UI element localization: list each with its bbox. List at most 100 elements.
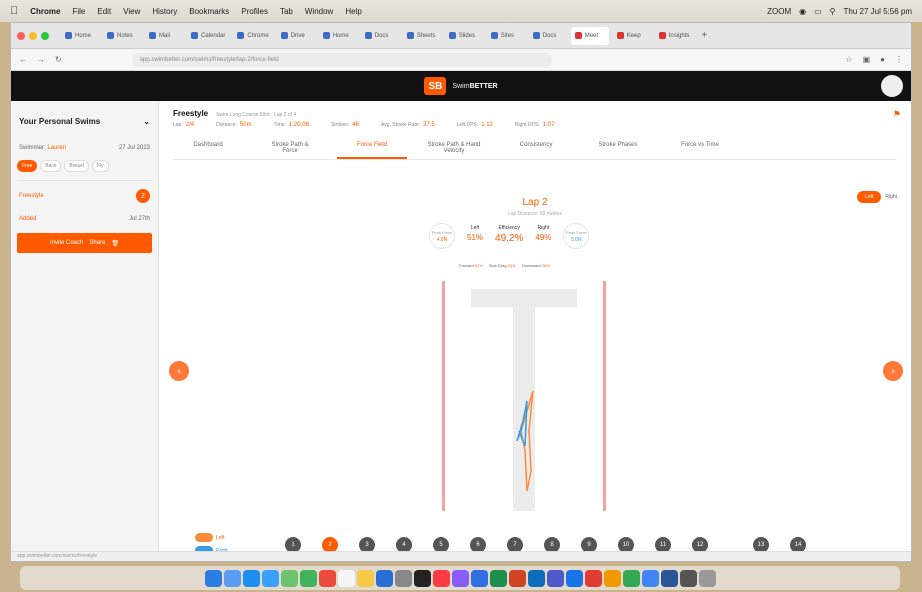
apple-icon[interactable]:  [10, 5, 18, 17]
powerpoint-icon[interactable] [508, 569, 526, 587]
trash-icon[interactable]: 🗑 [111, 240, 119, 247]
teams-icon[interactable] [546, 569, 564, 587]
menu-tab[interactable]: Tab [280, 7, 293, 16]
prev-lap-button[interactable]: ‹ [169, 361, 189, 381]
acrobat-icon[interactable] [584, 569, 602, 587]
profile-icon[interactable]: ● [880, 55, 885, 64]
reload-icon[interactable]: ↻ [55, 55, 62, 64]
finder-icon[interactable] [204, 569, 222, 587]
photos-icon[interactable] [318, 569, 336, 587]
filter-fly[interactable]: Fly [91, 160, 109, 172]
menu-history[interactable]: History [152, 7, 177, 16]
music-icon[interactable] [432, 569, 450, 587]
swim-list-item[interactable]: Freestyle 2 [17, 180, 152, 211]
zoom-window-button[interactable] [41, 31, 49, 40]
menu-help[interactable]: Help [345, 7, 361, 16]
legend-left[interactable]: Left [195, 533, 228, 542]
apple-tv-icon[interactable] [413, 569, 431, 587]
next-lap-button[interactable]: › [883, 361, 903, 381]
menu-file[interactable]: File [72, 7, 85, 16]
tab-label: Notes [117, 32, 133, 39]
tab-stroke-phases[interactable]: Stroke Phases [583, 138, 653, 159]
mail-icon[interactable] [261, 569, 279, 587]
excel-icon[interactable] [489, 569, 507, 587]
tab-stroke-path-velocity[interactable]: Stroke Path & Hand Velocity [419, 138, 489, 159]
word-icon[interactable] [470, 569, 488, 587]
menu-view[interactable]: View [123, 7, 140, 16]
user-avatar[interactable] [881, 75, 903, 97]
close-window-button[interactable] [17, 31, 25, 40]
browser-tab-active[interactable]: Meet [570, 26, 609, 45]
app-logo[interactable]: SB [424, 77, 447, 95]
forward-icon[interactable]: → [37, 55, 45, 64]
maps-icon[interactable] [622, 569, 640, 587]
app-store-icon[interactable] [375, 569, 393, 587]
outlook-icon[interactable] [527, 569, 545, 587]
flag-icon[interactable]: ⚑ [893, 109, 901, 120]
browser-tab[interactable]: Drive [277, 27, 315, 45]
minimize-window-button[interactable] [29, 31, 37, 40]
wifi-icon[interactable]: ◉ [799, 7, 806, 16]
chevron-down-icon[interactable]: ⌄ [143, 117, 150, 126]
menu-bookmarks[interactable]: Bookmarks [189, 7, 229, 16]
filter-breast[interactable]: Breast [64, 160, 89, 172]
calendar-icon[interactable] [337, 569, 355, 587]
facetime-icon[interactable] [299, 569, 317, 587]
browser-tab[interactable]: Sheets [403, 27, 441, 45]
browser-tab[interactable]: Keep [613, 27, 651, 45]
url-text: app.swimbetter.com/swims/freestyle/lap-2… [139, 56, 279, 63]
tab-label: Mail [159, 32, 171, 39]
podcasts-icon[interactable] [451, 569, 469, 587]
chrome-icon[interactable] [565, 569, 583, 587]
sidebar-header[interactable]: Your Personal Swims ⌄ [17, 109, 152, 140]
downloads-icon[interactable] [679, 569, 697, 587]
browser-tab[interactable]: Calendar [187, 27, 229, 45]
zoom-status[interactable]: ZOOM [767, 7, 791, 16]
settings-icon[interactable] [394, 569, 412, 587]
invite-coach-button[interactable]: Invite Coach Share 🗑 [17, 233, 152, 253]
menu-edit[interactable]: Edit [97, 7, 111, 16]
browser-tab[interactable]: Home [319, 27, 357, 45]
bookmark-star-icon[interactable]: ☆ [845, 55, 852, 64]
new-tab-button[interactable]: + [701, 30, 707, 41]
search-icon[interactable]: ⚲ [830, 7, 836, 16]
launchpad-icon[interactable] [223, 569, 241, 587]
notes-icon[interactable] [356, 569, 374, 587]
tab-stroke-path-force[interactable]: Stroke Path & Force [255, 138, 325, 159]
tab-favicon-icon [191, 32, 198, 39]
menubar-app-name[interactable]: Chrome [30, 7, 60, 16]
tab-consistency[interactable]: Consistency [501, 138, 571, 159]
browser-tab[interactable]: Docs [529, 27, 567, 45]
browser-tab[interactable]: Slides [445, 27, 483, 45]
tab-force-vs-time[interactable]: Force vs Time [665, 138, 735, 159]
url-field[interactable]: app.swimbetter.com/swims/freestyle/lap-2… [131, 52, 552, 67]
menu-window[interactable]: Window [305, 7, 333, 16]
browser-tab[interactable]: Docs [361, 27, 399, 45]
menubar-clock[interactable]: Thu 27 Jul 5:56 pm [844, 7, 912, 16]
tab-force-field[interactable]: Force Field [337, 138, 407, 159]
filter-free[interactable]: Free [17, 160, 38, 172]
stat-label: Right DPS: [514, 122, 540, 128]
browser-tab[interactable]: Home [61, 27, 99, 45]
zoom-icon[interactable] [641, 569, 659, 587]
battery-icon[interactable]: ▭ [814, 7, 822, 16]
browser-tab[interactable]: Notes [103, 27, 141, 45]
extensions-icon[interactable]: ▣ [863, 55, 871, 64]
browser-tab[interactable]: Chrome [233, 27, 272, 45]
left-toggle-switch[interactable] [195, 533, 213, 542]
browser-tab[interactable]: Insights [655, 27, 694, 45]
browser-menu-icon[interactable]: ⋮ [895, 55, 903, 64]
swimmer-link[interactable]: Lauren [47, 145, 66, 151]
menu-profiles[interactable]: Profiles [241, 7, 268, 16]
right-peak-force: Peak Force 5.0N [563, 223, 590, 249]
onedrive-icon[interactable] [660, 569, 678, 587]
tab-dashboard[interactable]: Dashboard [173, 138, 243, 159]
messages-icon[interactable] [280, 569, 298, 587]
browser-tab[interactable]: Mail [145, 27, 183, 45]
browser-tab[interactable]: Sites [487, 27, 525, 45]
filter-back[interactable]: Back [40, 160, 62, 172]
vlc-icon[interactable] [603, 569, 621, 587]
trash-dock-icon[interactable] [698, 569, 716, 587]
safari-icon[interactable] [242, 569, 260, 587]
back-icon[interactable]: ← [19, 55, 27, 64]
